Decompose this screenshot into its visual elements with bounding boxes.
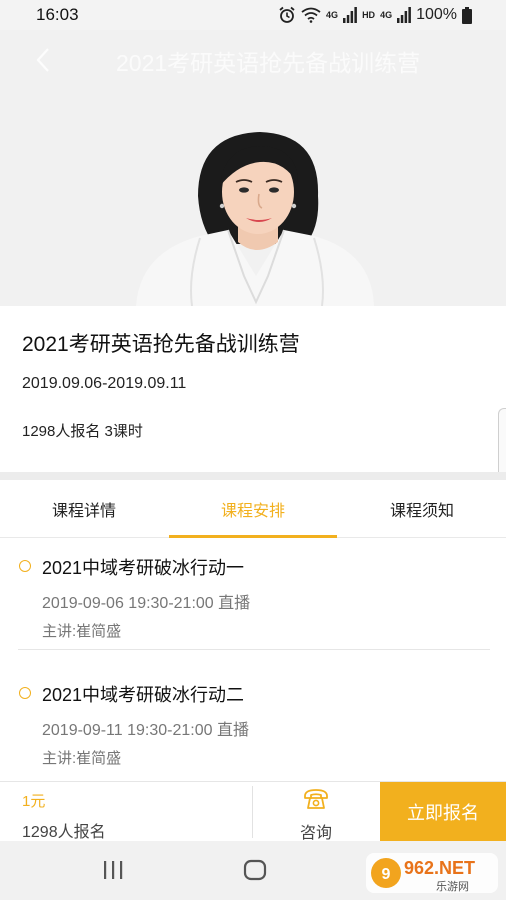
consult-button[interactable]: 咨询 bbox=[253, 782, 379, 842]
back-button[interactable] bbox=[28, 42, 58, 78]
course-tabs: 课程详情 课程安排 课程须知 bbox=[0, 480, 506, 538]
bottom-action-bar: 1元 1298人报名 咨询 立即报名 bbox=[0, 781, 506, 842]
chevron-left-icon bbox=[36, 48, 49, 72]
enroll-count: 1298人报名 bbox=[22, 824, 106, 841]
section-divider bbox=[0, 472, 506, 480]
teacher-photo bbox=[136, 132, 374, 306]
tab-course-details[interactable]: 课程详情 bbox=[0, 480, 168, 538]
watermark-sub: 乐游网 bbox=[436, 880, 469, 893]
tab-course-notice[interactable]: 课程须知 bbox=[338, 480, 506, 538]
tab-course-schedule[interactable]: 课程安排 bbox=[169, 480, 337, 538]
lesson-teacher: 主讲:崔简盛 bbox=[42, 750, 122, 767]
hd-label: HD bbox=[362, 10, 376, 20]
page-title: 2021考研英语抢先备战训练营 bbox=[116, 50, 421, 76]
phone-icon bbox=[304, 789, 328, 809]
course-meta: 1298人报名 3课时 bbox=[22, 423, 143, 440]
consult-label: 咨询 bbox=[299, 825, 332, 842]
home-icon[interactable] bbox=[243, 859, 267, 881]
status-icons: 4G HD 4G 100% bbox=[278, 6, 472, 24]
signal-icon-2 bbox=[397, 7, 411, 23]
schedule-item[interactable]: 2021中域考研破冰行动二 2019-09-11 19:30-21:00 直播 … bbox=[0, 665, 506, 791]
course-hero: 2021考研英语抢先备战训练营 bbox=[0, 30, 506, 306]
watermark-brand: 962.NET bbox=[404, 858, 475, 878]
lesson-time: 2019-09-11 19:30-21:00 直播 bbox=[42, 722, 249, 739]
list-divider bbox=[18, 649, 490, 650]
status-dot-icon bbox=[19, 687, 31, 699]
network-type-1: 4G bbox=[326, 9, 339, 20]
schedule-item[interactable]: 2021中域考研破冰行动一 2019-09-06 19:30-21:00 直播 … bbox=[0, 538, 506, 664]
lesson-teacher: 主讲:崔简盛 bbox=[42, 623, 122, 640]
signup-now-button[interactable]: 立即报名 bbox=[380, 782, 506, 842]
battery-level: 100% bbox=[416, 6, 457, 23]
battery-icon bbox=[462, 6, 472, 24]
status-bar: 16:03 4G HD 4G 100% bbox=[0, 0, 506, 30]
watermark-logo: 9 962.NET 乐游网 bbox=[366, 853, 498, 893]
lesson-time: 2019-09-06 19:30-21:00 直播 bbox=[42, 595, 251, 612]
lesson-name: 2021中域考研破冰行动一 bbox=[42, 558, 245, 578]
status-dot-icon bbox=[19, 560, 31, 572]
recents-icon[interactable] bbox=[102, 860, 124, 880]
lesson-name: 2021中域考研破冰行动二 bbox=[42, 685, 245, 705]
course-info: 2021考研英语抢先备战训练营 2019.09.06-2019.09.11 12… bbox=[0, 306, 506, 472]
course-price: 1元 bbox=[22, 793, 46, 810]
wifi-icon bbox=[301, 7, 321, 23]
alarm-icon bbox=[278, 6, 296, 24]
course-dates: 2019.09.06-2019.09.11 bbox=[22, 375, 187, 392]
course-title: 2021考研英语抢先备战训练营 bbox=[22, 333, 300, 356]
status-time: 16:03 bbox=[36, 5, 79, 24]
network-type-2: 4G bbox=[380, 9, 393, 20]
signal-icon-1 bbox=[343, 7, 357, 23]
svg-text:9: 9 bbox=[382, 866, 391, 883]
